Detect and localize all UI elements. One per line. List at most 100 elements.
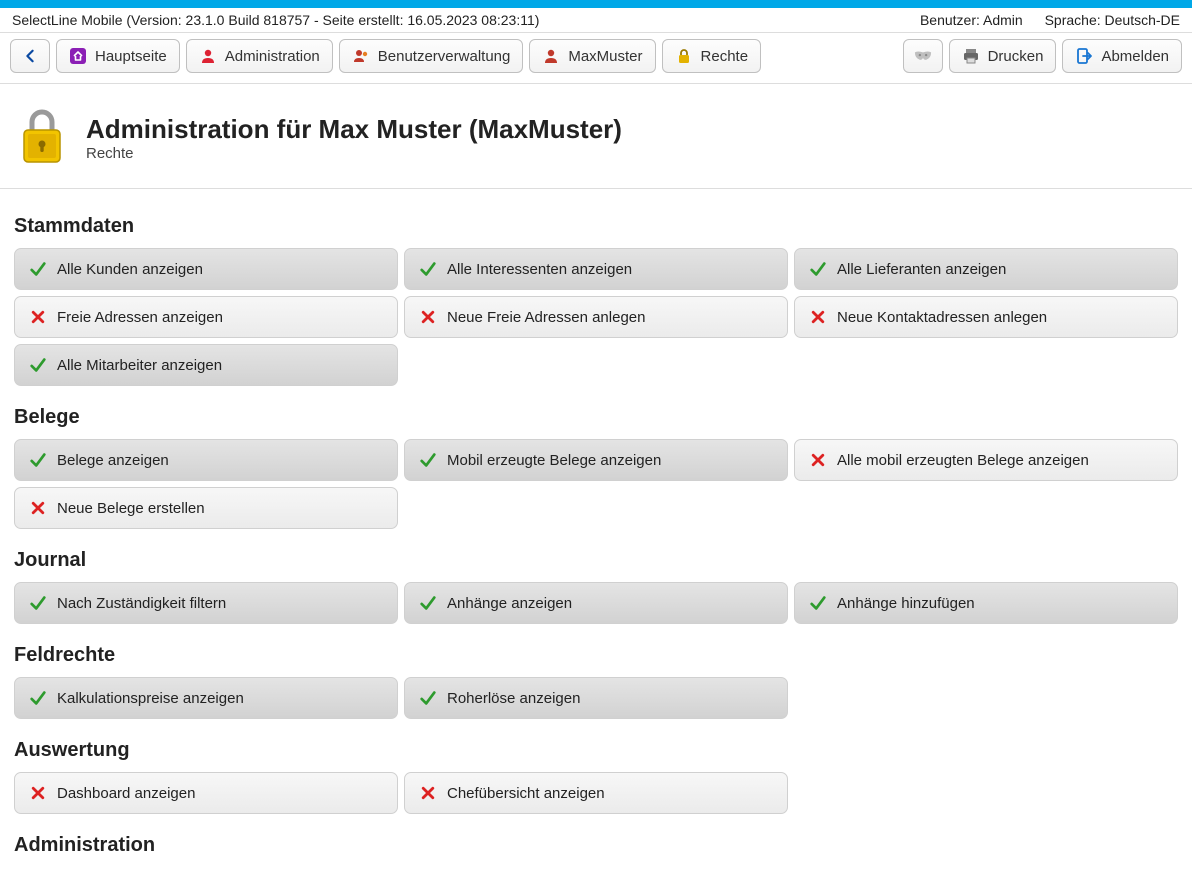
permissions-grid: Kalkulationspreise anzeigen Roherlöse anz…: [14, 677, 1178, 719]
usermgmt-breadcrumb[interactable]: Benutzerverwaltung: [339, 39, 524, 73]
mask-button[interactable]: [903, 39, 943, 73]
permission-chefubersicht-anzeigen[interactable]: Chefübersicht anzeigen: [404, 772, 788, 814]
cross-icon: [29, 308, 47, 326]
check-icon: [419, 260, 437, 278]
page-header: Administration für Max Muster (MaxMuster…: [0, 84, 1192, 189]
check-icon: [419, 594, 437, 612]
lang-text: Sprache: Deutsch-DE: [1045, 12, 1180, 28]
permission-label: Alle Interessenten anzeigen: [447, 261, 632, 278]
logout-button[interactable]: Abmelden: [1062, 39, 1182, 73]
home-icon: [69, 47, 87, 65]
permission-neue-freie-adressen-anlegen[interactable]: Neue Freie Adressen anlegen: [404, 296, 788, 338]
permission-label: Alle mobil erzeugten Belege anzeigen: [837, 452, 1089, 469]
user-icon: [542, 47, 560, 65]
permission-belege-anzeigen[interactable]: Belege anzeigen: [14, 439, 398, 481]
permission-dashboard-anzeigen[interactable]: Dashboard anzeigen: [14, 772, 398, 814]
user-label: MaxMuster: [568, 48, 642, 65]
permission-roherlose-anzeigen[interactable]: Roherlöse anzeigen: [404, 677, 788, 719]
lock-icon: [675, 47, 693, 65]
meta-bar: SelectLine Mobile (Version: 23.1.0 Build…: [0, 8, 1192, 32]
permission-label: Neue Freie Adressen anlegen: [447, 309, 645, 326]
permission-alle-kunden-anzeigen[interactable]: Alle Kunden anzeigen: [14, 248, 398, 290]
permissions-grid: Nach Zuständigkeit filtern Anhänge anzeig…: [14, 582, 1178, 624]
permission-label: Chefübersicht anzeigen: [447, 785, 605, 802]
cross-icon: [809, 308, 827, 326]
arrow-left-icon: [21, 47, 39, 65]
check-icon: [419, 451, 437, 469]
cross-icon: [29, 784, 47, 802]
permission-nach-zustandigkeit-filtern[interactable]: Nach Zuständigkeit filtern: [14, 582, 398, 624]
user-breadcrumb[interactable]: MaxMuster: [529, 39, 655, 73]
check-icon: [29, 594, 47, 612]
admin-label: Administration: [225, 48, 320, 65]
check-icon: [29, 451, 47, 469]
permission-neue-belege-erstellen[interactable]: Neue Belege erstellen: [14, 487, 398, 529]
permission-label: Alle Mitarbeiter anzeigen: [57, 357, 222, 374]
permissions-grid: Dashboard anzeigen Chefübersicht anzeigen: [14, 772, 1178, 814]
user-shield-icon: [199, 47, 217, 65]
permission-anhange-hinzufugen[interactable]: Anhänge hinzufügen: [794, 582, 1178, 624]
check-icon: [809, 260, 827, 278]
print-label: Drucken: [988, 48, 1044, 65]
permission-label: Neue Kontaktadressen anlegen: [837, 309, 1047, 326]
cross-icon: [419, 784, 437, 802]
home-button[interactable]: Hauptseite: [56, 39, 180, 73]
permission-anhange-anzeigen[interactable]: Anhänge anzeigen: [404, 582, 788, 624]
rights-breadcrumb[interactable]: Rechte: [662, 39, 762, 73]
cross-icon: [419, 308, 437, 326]
logout-icon: [1075, 47, 1093, 65]
permission-label: Anhänge anzeigen: [447, 595, 572, 612]
permission-alle-mobil-erzeugten-belege-anzeigen[interactable]: Alle mobil erzeugten Belege anzeigen: [794, 439, 1178, 481]
permission-label: Neue Belege erstellen: [57, 500, 205, 517]
print-button[interactable]: Drucken: [949, 39, 1057, 73]
printer-icon: [962, 47, 980, 65]
permission-label: Kalkulationspreise anzeigen: [57, 690, 244, 707]
cross-icon: [809, 451, 827, 469]
lock-large-icon: [18, 106, 66, 170]
logout-label: Abmelden: [1101, 48, 1169, 65]
permission-alle-lieferanten-anzeigen[interactable]: Alle Lieferanten anzeigen: [794, 248, 1178, 290]
permission-kalkulationspreise-anzeigen[interactable]: Kalkulationspreise anzeigen: [14, 677, 398, 719]
check-icon: [809, 594, 827, 612]
permission-label: Roherlöse anzeigen: [447, 690, 580, 707]
permissions-grid: Alle Kunden anzeigen Alle Interessenten a…: [14, 248, 1178, 386]
permission-label: Alle Kunden anzeigen: [57, 261, 203, 278]
permission-label: Freie Adressen anzeigen: [57, 309, 223, 326]
permission-alle-interessenten-anzeigen[interactable]: Alle Interessenten anzeigen: [404, 248, 788, 290]
users-icon: [352, 47, 370, 65]
back-button[interactable]: [10, 39, 50, 73]
page-subtitle: Rechte: [86, 145, 622, 162]
permission-label: Dashboard anzeigen: [57, 785, 195, 802]
permission-freie-adressen-anzeigen[interactable]: Freie Adressen anzeigen: [14, 296, 398, 338]
permission-mobil-erzeugte-belege-anzeigen[interactable]: Mobil erzeugte Belege anzeigen: [404, 439, 788, 481]
permission-label: Nach Zuständigkeit filtern: [57, 595, 226, 612]
admin-breadcrumb[interactable]: Administration: [186, 39, 333, 73]
usermgmt-label: Benutzerverwaltung: [378, 48, 511, 65]
section-title-stammdaten: Stammdaten: [14, 215, 1178, 238]
permission-alle-mitarbeiter-anzeigen[interactable]: Alle Mitarbeiter anzeigen: [14, 344, 398, 386]
permission-neue-kontaktadressen-anlegen[interactable]: Neue Kontaktadressen anlegen: [794, 296, 1178, 338]
user-text: Benutzer: Admin: [920, 12, 1023, 28]
rights-label: Rechte: [701, 48, 749, 65]
check-icon: [29, 356, 47, 374]
permission-label: Alle Lieferanten anzeigen: [837, 261, 1006, 278]
home-label: Hauptseite: [95, 48, 167, 65]
permission-label: Belege anzeigen: [57, 452, 169, 469]
brand-topbar: [0, 0, 1192, 8]
version-text: SelectLine Mobile (Version: 23.1.0 Build…: [12, 12, 539, 28]
section-title-auswertung: Auswertung: [14, 739, 1178, 762]
check-icon: [29, 689, 47, 707]
permissions-grid: Belege anzeigen Mobil erzeugte Belege anz…: [14, 439, 1178, 529]
check-icon: [419, 689, 437, 707]
mask-icon: [914, 47, 932, 65]
permission-label: Anhänge hinzufügen: [837, 595, 975, 612]
section-title-journal: Journal: [14, 549, 1178, 572]
check-icon: [29, 260, 47, 278]
section-title-belege: Belege: [14, 406, 1178, 429]
cross-icon: [29, 499, 47, 517]
section-title-feldrechte: Feldrechte: [14, 644, 1178, 667]
content: Stammdaten Alle Kunden anzeigen Alle Inter…: [0, 189, 1192, 891]
toolbar: Hauptseite Administration Benutzerverwal…: [0, 32, 1192, 84]
section-title-administration: Administration: [14, 834, 1178, 857]
permission-label: Mobil erzeugte Belege anzeigen: [447, 452, 661, 469]
